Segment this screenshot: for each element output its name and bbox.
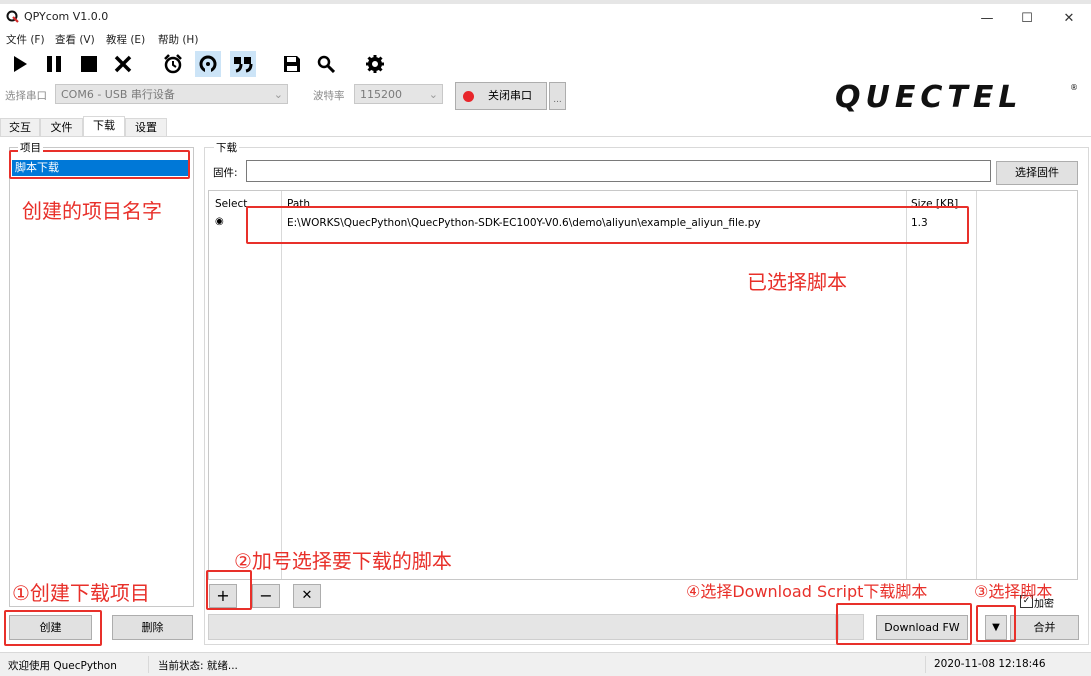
menu-bar: 文件 (F) 查看 (V) 教程 (E) 帮助 (H) xyxy=(0,30,1091,48)
baud-value: 115200 xyxy=(360,88,402,101)
baud-select[interactable]: 115200 ⌄ xyxy=(354,84,443,104)
status-datetime: 2020-11-08 12:18:46 xyxy=(934,658,1046,670)
title-bar: QPYcom V1.0.0 — ☐ ✕ xyxy=(0,4,1091,30)
delete-button[interactable]: 删除 xyxy=(112,615,193,640)
annotation-script-selected: 已选择脚本 xyxy=(747,270,847,294)
window-title: QPYcom V1.0.0 xyxy=(24,10,109,23)
menu-tutorial[interactable]: 教程 (E) xyxy=(106,32,145,47)
annotation-box-add-button xyxy=(206,570,252,610)
close-port-label: 关闭串口 xyxy=(488,89,532,102)
annotation-box-script-row xyxy=(246,206,969,244)
serial-settings-row: 选择串口 COM6 - USB 串行设备 ⌄ 波特率 115200 ⌄ 关闭串口… xyxy=(0,80,1091,116)
port-select[interactable]: COM6 - USB 串行设备 ⌄ xyxy=(55,84,288,104)
status-state: 当前状态: 就绪... xyxy=(158,660,238,672)
annotation-box-dropdown xyxy=(976,605,1016,642)
search-icon[interactable] xyxy=(313,51,339,77)
close-window-button[interactable]: ✕ xyxy=(1049,8,1089,30)
merge-button[interactable]: 合并 xyxy=(1010,615,1079,640)
more-button[interactable]: ... xyxy=(549,82,566,110)
quectel-logo: QUECTEL ® xyxy=(835,80,1078,114)
project-group-label: 项目 xyxy=(18,140,43,155)
remove-script-button[interactable]: − xyxy=(252,584,280,608)
annotation-step2: ②加号选择要下载的脚本 xyxy=(234,549,452,573)
app-logo-icon xyxy=(6,10,19,23)
annotation-project-name: 创建的项目名字 xyxy=(22,199,162,223)
column-divider xyxy=(281,191,282,579)
script-table: Select Path Size [KB] ◉ E:\WORKS\QuecPyt… xyxy=(208,190,1078,580)
port-label: 选择串口 xyxy=(5,90,47,102)
tab-download[interactable]: 下载 xyxy=(83,116,125,136)
pause-icon[interactable] xyxy=(41,51,67,77)
chevron-down-icon: ⌄ xyxy=(428,88,438,101)
status-divider xyxy=(925,656,926,673)
baud-label: 波特率 xyxy=(313,90,345,102)
firmware-input[interactable] xyxy=(246,160,991,182)
maximize-button[interactable]: ☐ xyxy=(1007,8,1047,30)
stop-icon[interactable] xyxy=(76,51,102,77)
clear-scripts-button[interactable]: ✕ xyxy=(293,584,321,608)
status-welcome: 欢迎使用 QuecPython xyxy=(8,660,117,672)
annotation-step4: ④选择Download Script下载脚本 xyxy=(686,582,928,601)
annotation-box-download-button xyxy=(836,603,972,645)
port-value: COM6 - USB 串行设备 xyxy=(61,88,175,101)
quote-icon[interactable] xyxy=(230,51,256,77)
select-firmware-button[interactable]: 选择固件 xyxy=(996,161,1078,185)
close-port-button[interactable]: 关闭串口 xyxy=(455,82,547,110)
column-header-select: Select xyxy=(215,198,248,210)
tab-interact[interactable]: 交互 xyxy=(0,118,40,136)
tab-file[interactable]: 文件 xyxy=(40,118,83,136)
gear-icon[interactable] xyxy=(362,51,388,77)
minimize-button[interactable]: — xyxy=(967,8,1007,30)
chevron-down-icon: ⌄ xyxy=(273,88,283,101)
status-dot-icon xyxy=(463,91,474,102)
menu-file[interactable]: 文件 (F) xyxy=(6,32,45,47)
logo-text: QUECTEL xyxy=(835,80,1022,114)
annotation-step3: ③选择脚本 xyxy=(974,582,1053,601)
alarm-clock-icon[interactable] xyxy=(160,51,186,77)
firmware-label: 固件: xyxy=(213,167,238,179)
toolbar xyxy=(0,48,1091,80)
tab-settings[interactable]: 设置 xyxy=(125,118,167,136)
registered-mark: ® xyxy=(1070,83,1078,92)
progress-bar xyxy=(208,614,836,640)
column-divider xyxy=(976,191,977,579)
play-icon[interactable] xyxy=(7,51,33,77)
menu-view[interactable]: 查看 (V) xyxy=(55,32,95,47)
save-icon[interactable] xyxy=(279,51,305,77)
loop-icon[interactable] xyxy=(195,51,221,77)
row-radio[interactable]: ◉ xyxy=(215,216,224,227)
tab-bar: 交互 文件 下载 设置 xyxy=(0,116,1091,136)
status-divider xyxy=(148,656,149,673)
close-icon[interactable] xyxy=(110,51,136,77)
download-group-label: 下载 xyxy=(214,140,239,155)
status-bar: 欢迎使用 QuecPython 当前状态: 就绪... 2020-11-08 1… xyxy=(0,652,1091,676)
annotation-step1: ①创建下载项目 xyxy=(12,581,150,605)
column-divider xyxy=(906,191,907,579)
annotation-box-create-button xyxy=(4,610,102,646)
menu-help[interactable]: 帮助 (H) xyxy=(158,32,198,47)
